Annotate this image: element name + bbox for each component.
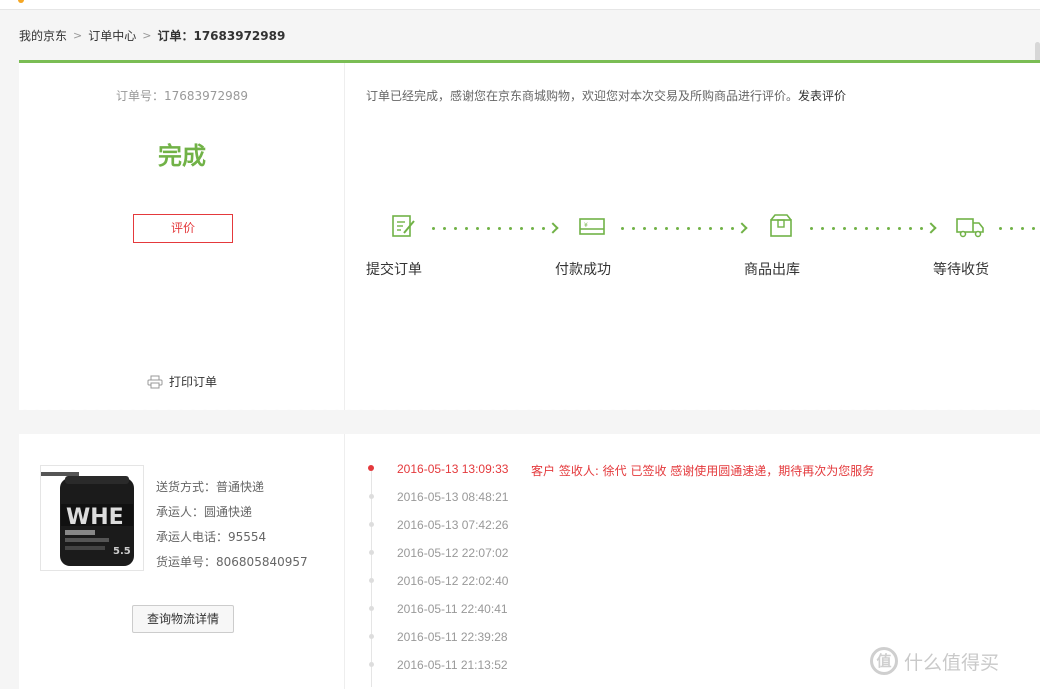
timeline-desc: 客户 签收人: 徐代 已签收 感谢使用圆通速递，期待再次为您服务 <box>531 464 875 478</box>
carrier-phone-row: 承运人电话：95554 <box>156 530 267 544</box>
svg-text:5.5: 5.5 <box>113 546 131 557</box>
order-status-card: 订单号：17683972989 完成 评价 打印订单 订单已经完成，感谢您在京东… <box>19 60 1040 410</box>
progress-connector <box>432 222 565 234</box>
timeline-entry: 2016-05-11 22:40:41 <box>346 599 1040 619</box>
timeline-entry: 2016-05-12 22:02:40 <box>346 571 1040 591</box>
breadcrumb-home[interactable]: 我的京东 <box>19 27 67 44</box>
chevron-right-icon: > <box>142 28 152 42</box>
carrier-name: 圆通快递 <box>204 505 253 519</box>
credit-card-icon: ¥ <box>579 218 605 235</box>
package-box-icon <box>770 214 792 237</box>
watermark-logo-icon: 值 <box>870 647 898 675</box>
print-order-link[interactable]: 打印订单 <box>147 373 217 390</box>
shipping-method: 普通快递 <box>216 480 265 494</box>
timeline-dot <box>369 662 374 667</box>
progress-connector <box>621 222 754 234</box>
timeline-entry: 2016-05-13 08:48:21 <box>346 487 1040 507</box>
timeline-time: 2016-05-13 07:42:26 <box>397 518 509 532</box>
top-notice-strip <box>0 0 1040 10</box>
order-state: 完成 <box>158 142 206 170</box>
timeline-time: 2016-05-12 22:07:02 <box>397 546 509 560</box>
shipping-method-row: 送货方式：普通快递 <box>156 480 265 494</box>
timeline-dot <box>369 606 374 611</box>
printer-icon <box>147 375 163 388</box>
timeline-entry: 2016-05-13 07:42:26 <box>346 515 1040 535</box>
track-logistics-button[interactable]: 查询物流详情 <box>132 605 234 633</box>
order-notice-text: 订单已经完成，感谢您在京东商城购物，欢迎您对本次交易及所购商品进行评价。 <box>366 89 799 103</box>
card-zigzag-edge <box>19 403 1040 415</box>
timeline-dot <box>369 578 374 583</box>
timeline-time: 2016-05-11 21:13:52 <box>397 658 508 672</box>
svg-text:WHE: WHE <box>66 505 124 530</box>
timeline-dot <box>369 522 374 527</box>
shipping-info-panel: WHE 5.5 送货方式：普通快递 承运人：圆通快递 承运人电话：95554 货… <box>19 434 345 689</box>
timeline-time: 2016-05-13 13:09:33 <box>397 462 509 476</box>
product-thumbnail[interactable]: WHE 5.5 <box>40 465 144 571</box>
breadcrumb-order-center[interactable]: 订单中心 <box>88 27 136 44</box>
step-label: 等待收货 <box>933 262 989 278</box>
breadcrumb-current: 订单：17683972989 <box>157 28 286 43</box>
svg-text:¥: ¥ <box>584 222 588 229</box>
whey-protein-tub-image: WHE 5.5 <box>41 466 143 570</box>
timeline-dot <box>369 550 374 555</box>
timeline-entry: 2016-05-11 22:39:28 <box>346 627 1040 647</box>
order-progress-panel: 订单已经完成，感谢您在京东商城购物，欢迎您对本次交易及所购商品进行评价。发表评价… <box>346 63 1040 410</box>
timeline-dot <box>368 465 374 471</box>
tracking-number: 806805840957 <box>216 555 308 569</box>
write-review-link[interactable]: 发表评价 <box>798 89 846 103</box>
timeline-entry: 2016-05-12 22:07:02 <box>346 543 1040 563</box>
print-order-label: 打印订单 <box>169 375 218 389</box>
timeline-time: 2016-05-12 22:02:40 <box>397 574 509 588</box>
notice-bulb-icon <box>18 0 24 3</box>
timeline-dot <box>369 494 374 499</box>
step-label: 付款成功 <box>555 262 611 278</box>
progress-connector <box>999 225 1040 231</box>
step-label: 商品出库 <box>744 262 800 278</box>
carrier-row: 承运人：圆通快递 <box>156 505 253 519</box>
chevron-right-icon: > <box>73 28 83 42</box>
step-label: 提交订单 <box>366 262 422 278</box>
timeline-time: 2016-05-11 22:39:28 <box>397 630 508 644</box>
order-number: 订单号：17683972989 <box>116 89 248 103</box>
timeline-dot <box>369 634 374 639</box>
order-notice: 订单已经完成，感谢您在京东商城购物，欢迎您对本次交易及所购商品进行评价。发表评价 <box>366 87 846 104</box>
timeline-time: 2016-05-11 22:40:41 <box>397 602 508 616</box>
review-button[interactable]: 评价 <box>133 214 233 243</box>
smzdm-watermark: 值 什么值得买 <box>870 647 999 675</box>
shipping-details: 送货方式：普通快递 承运人：圆通快递 承运人电话：95554 货运单号：8068… <box>156 479 308 579</box>
order-summary-panel: 订单号：17683972989 完成 评价 打印订单 <box>19 63 345 410</box>
breadcrumb: 我的京东 > 订单中心 > 订单：17683972989 <box>19 25 285 45</box>
edit-form-icon <box>392 215 415 237</box>
tracking-number-row: 货运单号：806805840957 <box>156 555 308 569</box>
watermark-text: 什么值得买 <box>904 651 1000 674</box>
progress-connector <box>810 222 943 234</box>
carrier-phone: 95554 <box>228 530 267 544</box>
timeline-time: 2016-05-13 08:48:21 <box>397 490 509 504</box>
timeline-entry: 2016-05-13 13:09:33 客户 签收人: 徐代 已签收 感谢使用圆… <box>346 459 1040 479</box>
delivery-truck-icon <box>956 218 984 238</box>
